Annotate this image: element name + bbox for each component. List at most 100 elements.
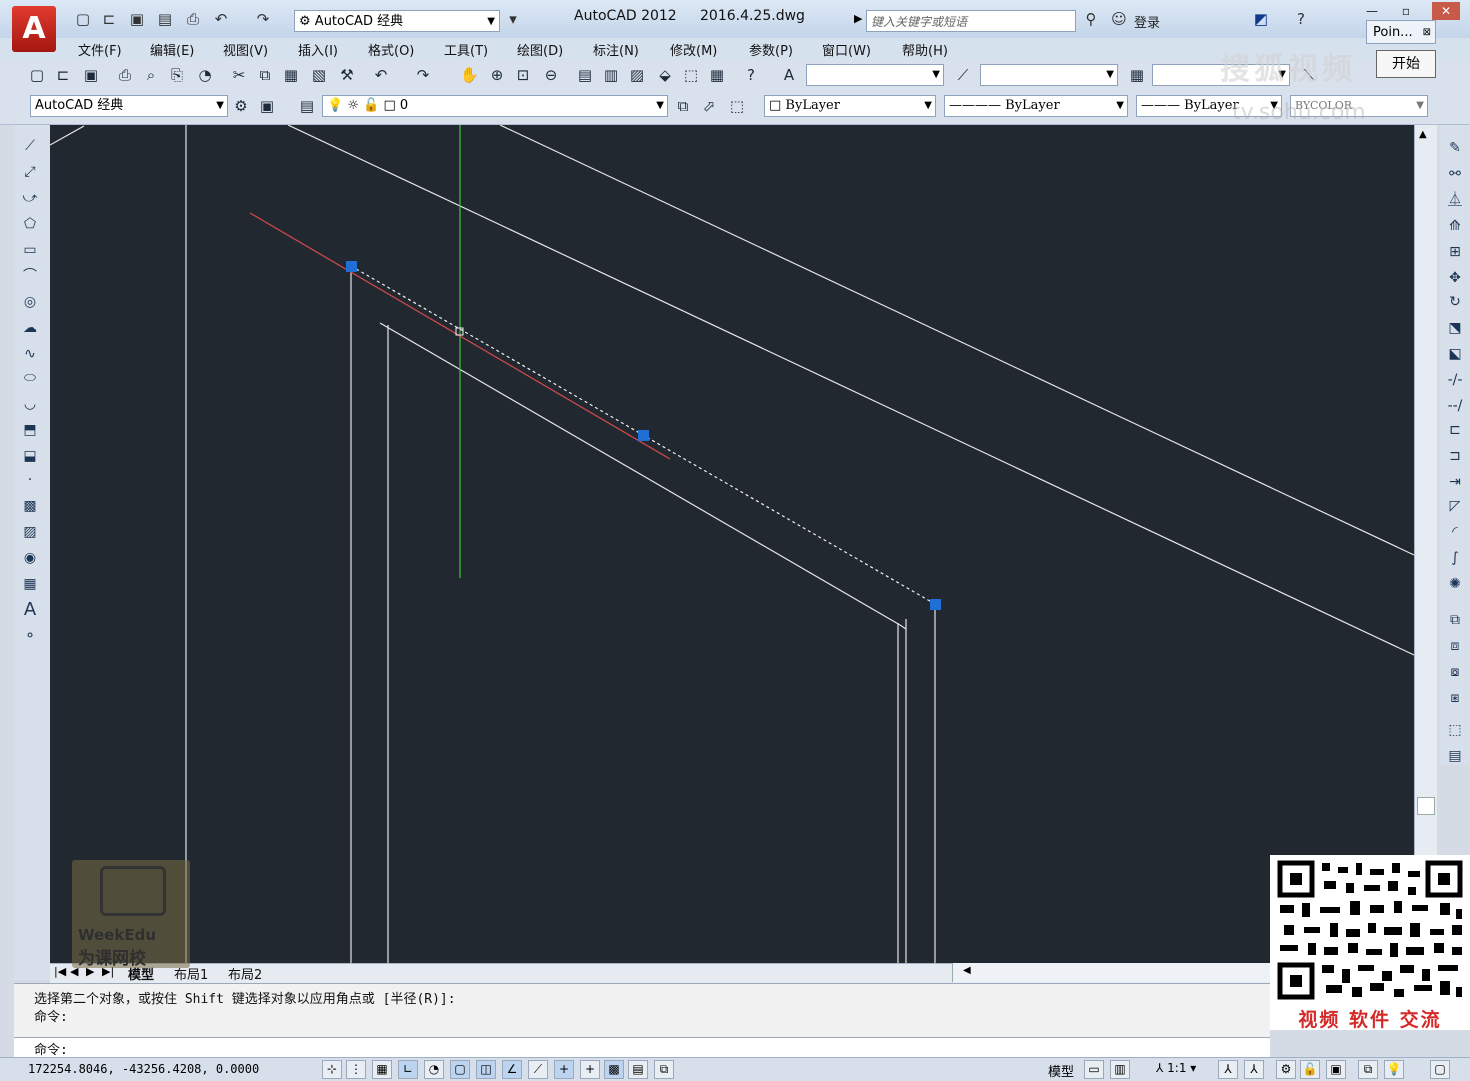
expand-arrow-icon[interactable]: ▶: [854, 12, 862, 25]
scale-icon[interactable]: ⬔: [1444, 318, 1466, 338]
auto-scale-icon[interactable]: ⅄: [1244, 1060, 1264, 1079]
table-icon[interactable]: ▦: [19, 574, 41, 594]
grip-end[interactable]: [930, 599, 941, 610]
offset-icon[interactable]: ⟰: [1444, 216, 1466, 236]
draworder-front-icon[interactable]: ⧉: [1444, 610, 1466, 630]
quick-access-dropdown-icon[interactable]: ▾: [504, 10, 522, 28]
transparency-icon[interactable]: ▩: [604, 1060, 624, 1079]
drawing-svg[interactable]: [50, 125, 1414, 963]
paste-icon[interactable]: ▦: [282, 66, 300, 84]
line-icon[interactable]: ⟋: [19, 136, 41, 156]
extend-icon[interactable]: --/: [1444, 396, 1466, 416]
menu-window[interactable]: 窗口(W): [822, 40, 871, 59]
workspace-combo[interactable]: AutoCAD 经典 ▼: [30, 95, 228, 117]
3d-print-icon[interactable]: ◔: [196, 66, 214, 84]
break-at-point-icon[interactable]: ⊏: [1444, 420, 1466, 440]
menu-modify[interactable]: 修改(M): [670, 40, 717, 59]
sheet-set-icon[interactable]: ⬙: [656, 66, 674, 84]
grip-mid[interactable]: [638, 430, 649, 441]
break-icon[interactable]: ⊐: [1444, 446, 1466, 466]
design-center-icon[interactable]: ▥: [602, 66, 620, 84]
user-icon[interactable]: ☺: [1110, 10, 1128, 28]
mirror-icon[interactable]: ⏅: [1444, 190, 1466, 210]
workspace-selector[interactable]: ⚙ AutoCAD 经典 ▼: [294, 10, 500, 32]
scroll-thumb[interactable]: [1417, 797, 1435, 815]
object-snap-icon[interactable]: ▢: [450, 1060, 470, 1079]
maximize-button[interactable]: ▫: [1392, 2, 1420, 20]
qnew-icon[interactable]: ▢: [28, 66, 46, 84]
dynamic-ucs-icon[interactable]: ⟋: [528, 1060, 548, 1079]
vertical-scrollbar[interactable]: ▲: [1414, 125, 1437, 963]
save-icon[interactable]: ▣: [82, 66, 100, 84]
menu-view[interactable]: 视图(V): [223, 40, 268, 59]
stretch-icon[interactable]: ⬕: [1444, 344, 1466, 364]
menu-dimension[interactable]: 标注(N): [593, 40, 639, 59]
command-line-input[interactable]: 命令:: [14, 1037, 1270, 1058]
workspace-switching-icon[interactable]: ⚙: [1276, 1060, 1296, 1079]
application-menu-button[interactable]: A: [12, 6, 56, 52]
plot-icon[interactable]: ⎙: [184, 10, 202, 28]
menu-edit[interactable]: 编辑(E): [150, 40, 194, 59]
quick-view-drawings-icon[interactable]: ▥: [1110, 1060, 1130, 1079]
save-as-icon[interactable]: ▤: [156, 10, 174, 28]
gradient-icon[interactable]: ▨: [19, 522, 41, 542]
search-input[interactable]: 键入关键字或短语: [866, 10, 1076, 32]
tool-palettes-icon[interactable]: ▨: [628, 66, 646, 84]
ellipse-icon[interactable]: ⬭: [19, 368, 41, 388]
mtext-icon[interactable]: A: [19, 600, 41, 620]
fillet-icon[interactable]: ◜: [1444, 522, 1466, 542]
polygon-icon[interactable]: ⬠: [19, 214, 41, 234]
point-icon[interactable]: ·: [19, 470, 41, 490]
block-editor-icon[interactable]: ⚒: [338, 66, 356, 84]
menu-format[interactable]: 格式(O): [368, 40, 414, 59]
open-icon[interactable]: ⊏: [54, 66, 72, 84]
isolate-objects-icon[interactable]: ⧉: [1358, 1060, 1378, 1079]
tab-nav-first-icon[interactable]: |◀: [54, 965, 66, 978]
light-bulb-icon[interactable]: 💡: [1384, 1060, 1404, 1079]
array-icon[interactable]: ⊞: [1444, 242, 1466, 262]
save-icon[interactable]: ▣: [128, 10, 146, 28]
make-block-icon[interactable]: ⬓: [19, 446, 41, 466]
polar-tracking-icon[interactable]: ◔: [424, 1060, 444, 1079]
annotation-visibility-icon[interactable]: ⅄: [1218, 1060, 1238, 1079]
workspace-save-icon[interactable]: ▣: [258, 97, 276, 115]
drawing-line[interactable]: [499, 125, 1414, 556]
blend-icon[interactable]: ∫: [1444, 548, 1466, 568]
binoculars-icon[interactable]: ⚲: [1082, 10, 1100, 28]
scroll-left-icon[interactable]: ◀: [963, 965, 971, 976]
insert-block-icon[interactable]: ⬒: [19, 420, 41, 440]
exchange-icon[interactable]: ◩: [1252, 10, 1270, 28]
hardware-acceleration-icon[interactable]: ▣: [1326, 1060, 1346, 1079]
menu-parametric[interactable]: 参数(P): [749, 40, 793, 59]
redo-icon[interactable]: ↷: [254, 10, 272, 28]
3d-object-snap-icon[interactable]: ◫: [476, 1060, 496, 1079]
selection-cycling-icon[interactable]: ⧉: [654, 1060, 674, 1079]
quick-properties-icon[interactable]: ▤: [628, 1060, 648, 1079]
linetype-combo[interactable]: ———— ByLayer ▼: [944, 95, 1128, 117]
properties-icon[interactable]: ▤: [576, 66, 594, 84]
layer-properties-icon[interactable]: ▤: [298, 97, 316, 115]
markup-icon[interactable]: ⬚: [682, 66, 700, 84]
polyline-icon[interactable]: ⤻: [19, 188, 41, 208]
undo-icon[interactable]: ↶: [212, 10, 230, 28]
match-properties-icon[interactable]: ▧: [310, 66, 328, 84]
drawing-canvas[interactable]: [50, 125, 1414, 963]
start-button[interactable]: 开始: [1376, 50, 1436, 78]
pan-icon[interactable]: ✋: [460, 66, 479, 84]
grip-start[interactable]: [346, 261, 357, 272]
undo-icon[interactable]: ↶: [372, 66, 390, 84]
text-style-combo[interactable]: ▼: [806, 64, 944, 86]
help-icon[interactable]: ?: [1292, 10, 1310, 28]
coordinate-readout[interactable]: 172254.8046, -43256.4208, 0.0000: [28, 1062, 259, 1076]
dim-style-combo[interactable]: ▼: [980, 64, 1118, 86]
open-file-icon[interactable]: ⊏: [100, 10, 118, 28]
login-link[interactable]: 登录: [1134, 12, 1160, 31]
menu-draw[interactable]: 绘图(D): [517, 40, 563, 59]
menu-file[interactable]: 文件(F): [78, 40, 122, 59]
revcloud-icon[interactable]: ☁: [19, 318, 41, 338]
minimize-button[interactable]: —: [1358, 2, 1386, 20]
scroll-up-icon[interactable]: ▲: [1419, 129, 1427, 140]
drawing-line[interactable]: [287, 125, 1414, 656]
circle-icon[interactable]: ◎: [19, 292, 41, 312]
spline-icon[interactable]: ∿: [19, 344, 41, 364]
